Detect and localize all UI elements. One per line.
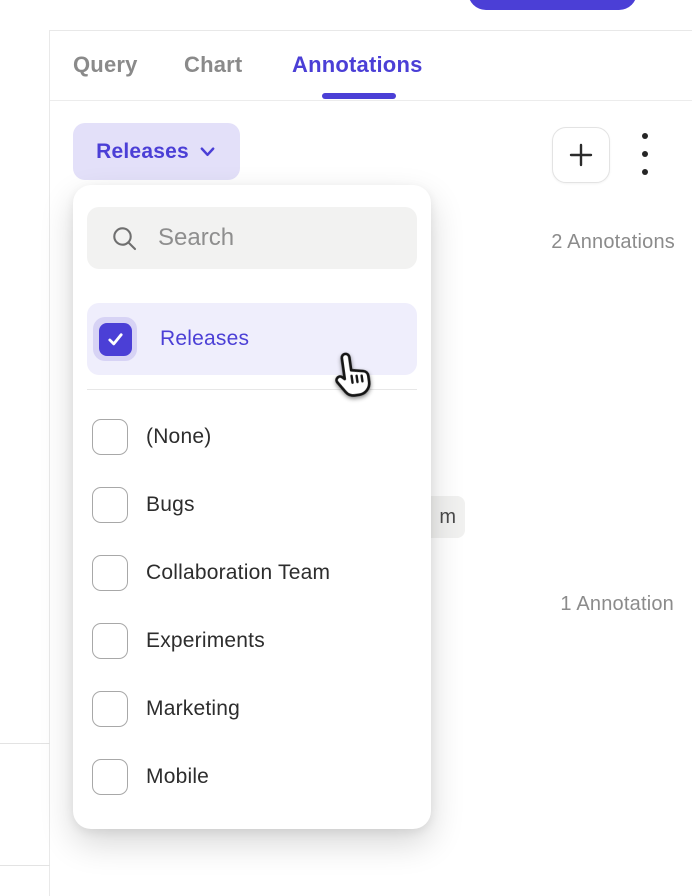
releases-filter-dropdown-button[interactable]: Releases xyxy=(73,123,240,180)
option-label: Releases xyxy=(160,327,249,351)
option-label: Mobile xyxy=(146,765,209,789)
option-label: Experiments xyxy=(146,629,265,653)
left-sidebar xyxy=(0,30,50,896)
releases-dropdown-panel: Releases (None) Bugs Collaboration Team … xyxy=(73,185,431,829)
tabs-divider xyxy=(50,100,692,101)
sidebar-divider xyxy=(0,743,50,744)
tab-query[interactable]: Query xyxy=(73,50,138,80)
options-list: (None) Bugs Collaboration Team Experimen… xyxy=(73,403,431,811)
option-label: (None) xyxy=(146,425,211,449)
checkbox-unchecked[interactable] xyxy=(92,759,128,795)
option-experiments[interactable]: Experiments xyxy=(73,607,431,675)
topbar-divider xyxy=(0,30,692,31)
annotation-count-group-1: 2 Annotations xyxy=(551,231,675,254)
primary-action-button[interactable] xyxy=(468,0,637,10)
more-options-button[interactable] xyxy=(638,133,652,175)
app-window: Query Chart Annotations Releases 2 Annot… xyxy=(0,0,692,896)
checkbox-checked[interactable] xyxy=(99,323,132,356)
option-marketing[interactable]: Marketing xyxy=(73,675,431,743)
checkmark-icon xyxy=(105,329,126,350)
search-icon xyxy=(110,224,139,253)
search-input[interactable] xyxy=(158,224,398,252)
checkbox-focus-halo xyxy=(93,317,137,361)
tab-annotations[interactable]: Annotations xyxy=(292,50,423,80)
active-tab-indicator xyxy=(322,93,396,99)
kebab-icon xyxy=(642,133,648,139)
option-collaboration-team[interactable]: Collaboration Team xyxy=(73,539,431,607)
dropdown-divider xyxy=(87,389,417,390)
option-bugs[interactable]: Bugs xyxy=(73,471,431,539)
filter-button-label: Releases xyxy=(96,140,189,164)
add-annotation-button[interactable] xyxy=(552,127,610,183)
chevron-down-icon xyxy=(198,142,217,161)
annotation-count-group-2: 1 Annotation xyxy=(560,593,674,616)
kebab-icon xyxy=(642,169,648,175)
sidebar-divider xyxy=(0,865,50,866)
option-label: Bugs xyxy=(146,493,195,517)
plus-icon xyxy=(566,140,596,170)
checkbox-unchecked[interactable] xyxy=(92,419,128,455)
option-label: Collaboration Team xyxy=(146,561,330,585)
option-mobile[interactable]: Mobile xyxy=(73,743,431,811)
checkbox-unchecked[interactable] xyxy=(92,691,128,727)
tab-chart[interactable]: Chart xyxy=(184,50,242,80)
checkbox-unchecked[interactable] xyxy=(92,555,128,591)
option-label: Marketing xyxy=(146,697,240,721)
checkbox-unchecked[interactable] xyxy=(92,487,128,523)
dropdown-search[interactable] xyxy=(87,207,417,269)
kebab-icon xyxy=(642,151,648,157)
checkbox-unchecked[interactable] xyxy=(92,623,128,659)
option-none[interactable]: (None) xyxy=(73,403,431,471)
option-releases-selected[interactable]: Releases xyxy=(87,303,417,375)
